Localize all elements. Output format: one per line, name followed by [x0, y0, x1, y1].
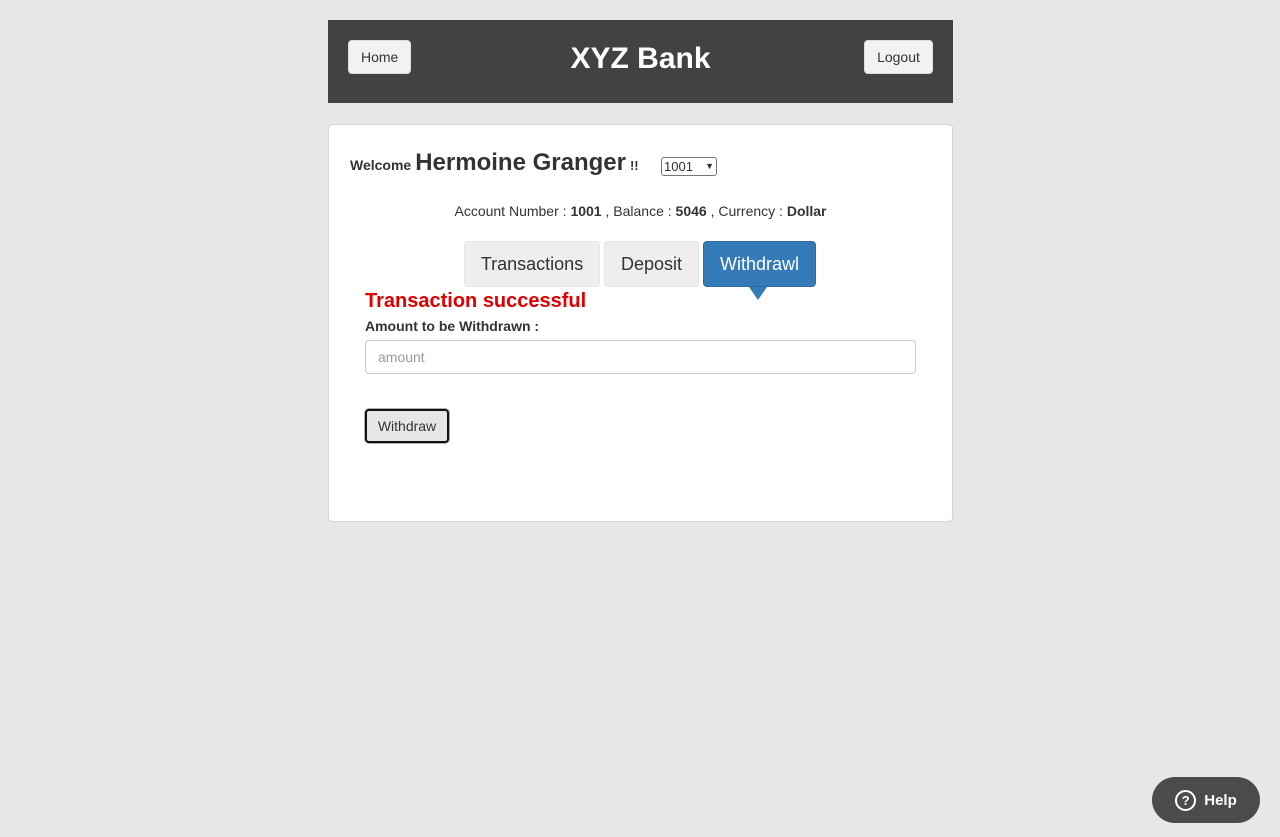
currency-label: , Currency : — [710, 203, 783, 219]
balance-value: 5046 — [675, 203, 707, 219]
currency-value: Dollar — [786, 203, 827, 219]
active-tab-pointer — [749, 287, 767, 300]
question-circle-icon: ? — [1175, 789, 1197, 811]
account-panel: Welcome Hermoine Granger !! 1001 ▼ Accou… — [328, 124, 953, 522]
tab-withdrawl[interactable]: Withdrawl — [703, 241, 816, 287]
top-header: Home XYZ Bank Logout — [328, 20, 953, 103]
status-message: Transaction successful — [365, 290, 587, 312]
account-select[interactable]: 1001 ▼ — [661, 157, 717, 176]
welcome-row: Welcome Hermoine Granger !! — [350, 149, 639, 179]
welcome-suffix: !! — [629, 158, 639, 173]
tab-transactions[interactable]: Transactions — [464, 241, 600, 287]
help-label: Help — [1204, 791, 1237, 809]
account-info: Account Number : 1001 , Balance : 5046 ,… — [329, 203, 952, 219]
bank-title: XYZ Bank — [570, 42, 711, 75]
customer-name: Hermoine Granger — [415, 149, 626, 176]
amount-label: Amount to be Withdrawn : — [365, 318, 540, 334]
amount-input[interactable] — [365, 340, 916, 374]
welcome-label: Welcome — [350, 157, 412, 173]
account-number-label: Account Number : — [454, 203, 567, 219]
withdraw-button[interactable]: Withdraw — [365, 409, 449, 443]
account-select-value: 1001 — [664, 159, 693, 174]
help-button[interactable]: ? Help — [1152, 777, 1260, 823]
tab-deposit[interactable]: Deposit — [604, 241, 699, 287]
account-number: 1001 — [570, 203, 602, 219]
chevron-down-icon: ▼ — [705, 161, 714, 171]
logout-button[interactable]: Logout — [864, 40, 933, 74]
balance-label: , Balance : — [605, 203, 672, 219]
